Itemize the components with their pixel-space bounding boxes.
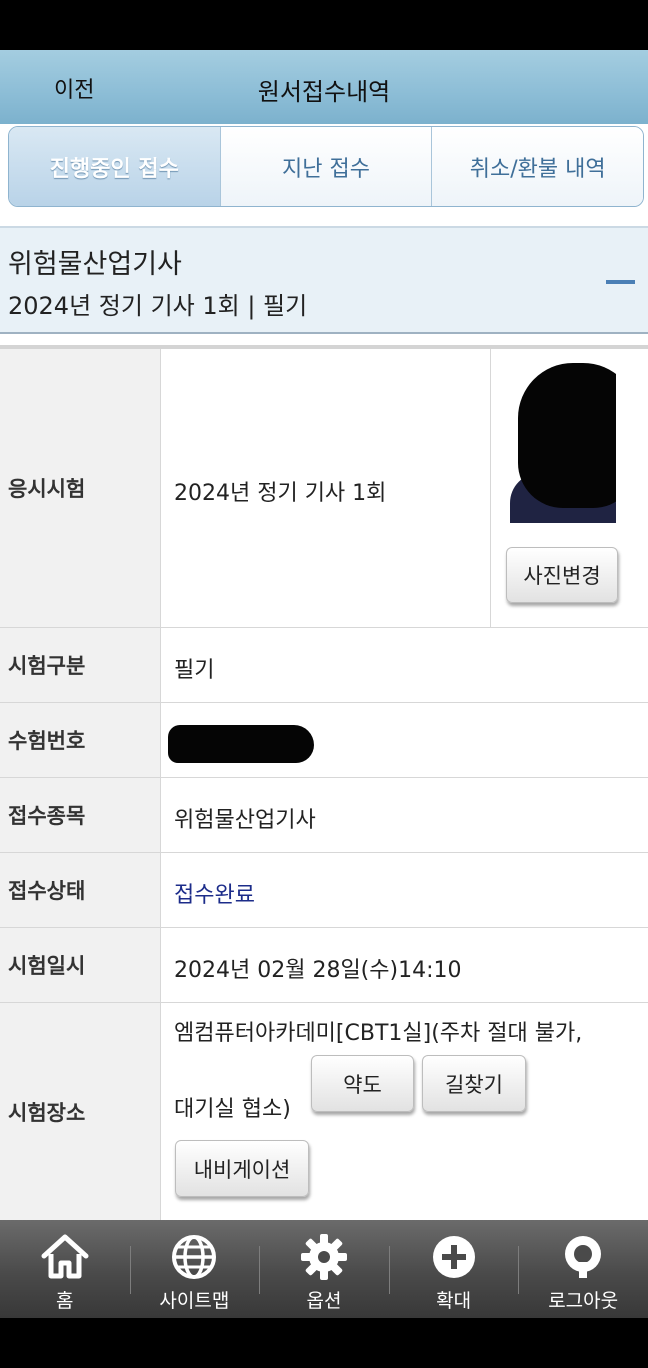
row-value: 2024년 02월 28일(수)14:10 (174, 958, 462, 983)
row-label: 시험구분 (0, 628, 161, 702)
navigation-button[interactable]: 내비게이션 (175, 1140, 309, 1197)
row-category: 시험구분 필기 (0, 628, 648, 703)
gear-icon (300, 1234, 347, 1280)
exam-section-header[interactable]: 위험물산업기사 2024년 정기 기사 1회 | 필기 (0, 226, 648, 334)
row-label: 시험일시 (0, 928, 161, 1002)
top-header: 이전 원서접수내역 (0, 50, 648, 124)
tab-in-progress[interactable]: 진행중인 접수 (9, 127, 221, 206)
map-button[interactable]: 약도 (311, 1055, 414, 1112)
nav-sitemap[interactable]: 사이트맵 (129, 1220, 260, 1318)
row-value: 위험물산업기사 (174, 808, 316, 833)
row-value: 필기 (174, 658, 215, 683)
page-title: 원서접수내역 (257, 78, 391, 106)
collapse-icon[interactable] (606, 280, 635, 284)
nav-label: 사이트맵 (159, 1290, 230, 1312)
nav-label: 로그아웃 (548, 1290, 619, 1312)
status-link[interactable]: 접수완료 (174, 877, 255, 909)
nav-home[interactable]: 홈 (0, 1220, 130, 1318)
section-exam-name: 위험물산업기사 (8, 249, 182, 280)
row-exam-number: 수험번호 (0, 703, 648, 778)
row-datetime: 시험일시 2024년 02월 28일(수)14:10 (0, 928, 648, 1003)
row-label: 수험번호 (0, 703, 161, 777)
tab-past[interactable]: 지난 접수 (220, 127, 433, 206)
nav-logout[interactable]: 로그아웃 (518, 1220, 648, 1318)
logout-icon (565, 1236, 602, 1278)
nav-label: 홈 (56, 1290, 74, 1312)
row-item: 접수종목 위험물산업기사 (0, 778, 648, 853)
app-screen: 이전 원서접수내역 진행중인 접수 지난 접수 취소/환불 내역 위험물산업기사… (0, 50, 648, 1318)
place-line-2: 대기실 협소) (174, 1097, 291, 1122)
plus-circle-icon (432, 1236, 475, 1278)
section-exam-subtitle: 2024년 정기 기사 1회 | 필기 (8, 292, 308, 320)
redacted-value (168, 725, 314, 763)
row-label: 응시시험 (0, 349, 161, 627)
bottom-nav: 홈 사이트맵 옵션 확대 로그아웃 (0, 1220, 648, 1318)
nav-label: 확대 (436, 1290, 472, 1312)
applicant-photo (510, 363, 616, 523)
row-value: 2024년 정기 기사 1회 (174, 481, 387, 506)
row-label: 접수종목 (0, 778, 161, 852)
place-line-1: 엠컴퓨터아카데미[CBT1실](주차 절대 불가, (174, 1021, 583, 1046)
row-label: 시험장소 (0, 1003, 161, 1220)
directions-button[interactable]: 길찾기 (422, 1055, 526, 1112)
row-place: 시험장소 엠컴퓨터아카데미[CBT1실](주차 절대 불가, 대기실 협소) 약… (0, 1003, 648, 1220)
change-photo-button[interactable]: 사진변경 (506, 547, 618, 603)
home-icon (41, 1234, 89, 1279)
row-exam: 응시시험 2024년 정기 기사 1회 사진변경 (0, 349, 648, 628)
tab-cancel-refund[interactable]: 취소/환불 내역 (432, 127, 643, 206)
nav-label: 옵션 (306, 1290, 342, 1312)
nav-zoom[interactable]: 확대 (388, 1220, 519, 1318)
globe-icon (172, 1235, 217, 1279)
tab-bar: 진행중인 접수 지난 접수 취소/환불 내역 (8, 126, 644, 207)
nav-options[interactable]: 옵션 (259, 1220, 389, 1318)
row-status: 접수상태 접수완료 (0, 853, 648, 928)
row-label: 접수상태 (0, 853, 161, 927)
photo-cell: 사진변경 (490, 349, 648, 627)
